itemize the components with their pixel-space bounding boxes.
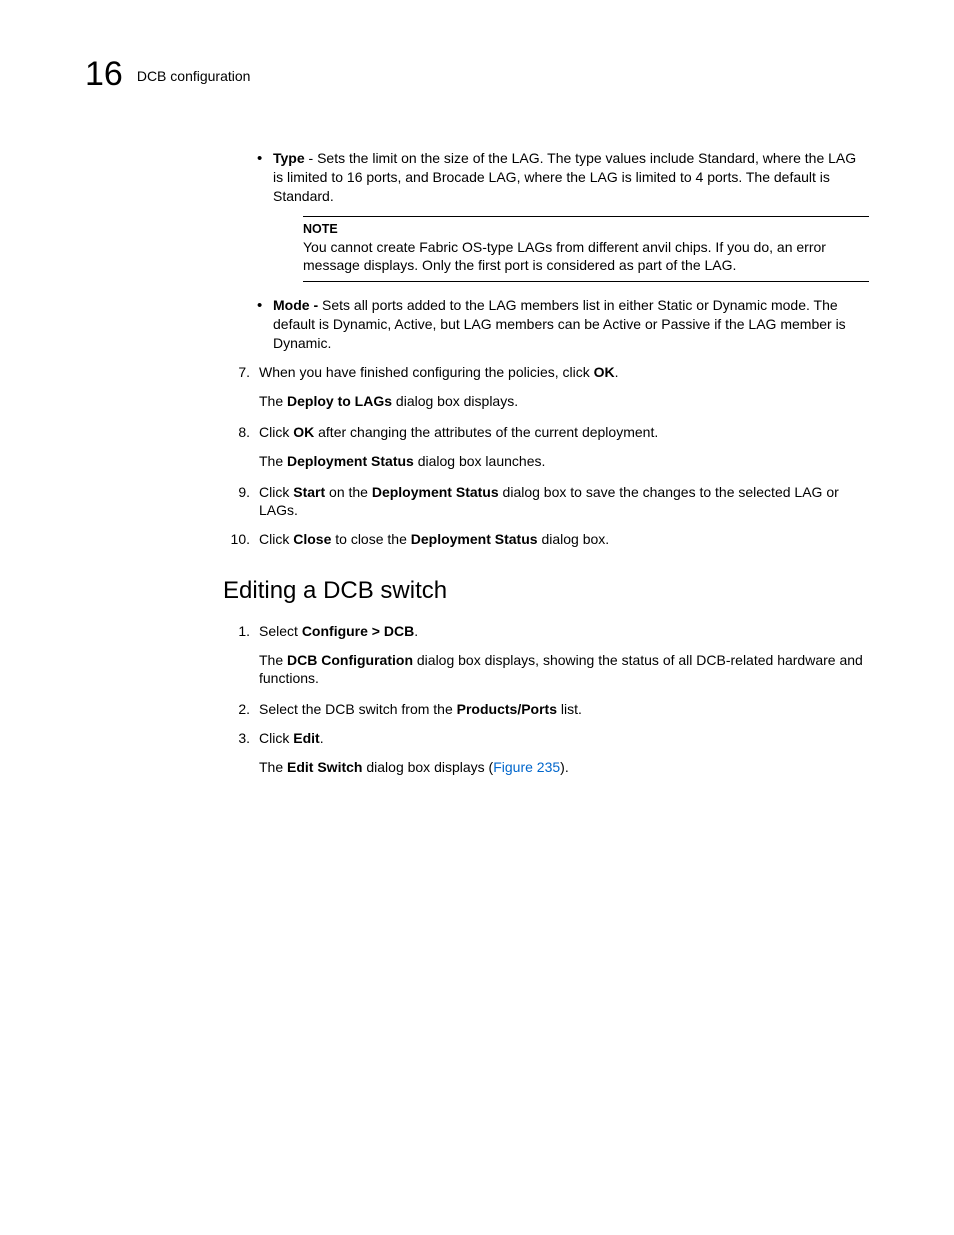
step-b2: 2. Select the DCB switch from the Produc… [223,700,869,719]
step-number: 2. [223,700,259,719]
figure-link[interactable]: Figure 235 [493,759,560,775]
step-text: Select Configure > DCB. [259,622,869,641]
step-number: 10. [223,530,259,549]
bullet-label: Type [273,150,305,166]
step-number: 1. [223,622,259,641]
note-text: You cannot create Fabric OS-type LAGs fr… [303,238,869,276]
step-8: 8. Click OK after changing the attribute… [223,423,869,442]
step-number: 9. [223,483,259,521]
step-b3-sub: The Edit Switch dialog box displays (Fig… [259,758,869,777]
step-text: When you have finished configuring the p… [259,363,869,382]
running-head: DCB configuration [137,68,251,84]
step-7-sub: The Deploy to LAGs dialog box displays. [259,392,869,411]
step-text: Click OK after changing the attributes o… [259,423,869,442]
step-number: 3. [223,729,259,748]
document-page: 16 DCB configuration Type - Sets the lim… [0,0,954,1235]
bullet-text: - Sets the limit on the size of the LAG.… [273,150,856,204]
note-label: NOTE [303,221,869,238]
step-text: Select the DCB switch from the Products/… [259,700,869,719]
step-text: Click Start on the Deployment Status dia… [259,483,869,521]
step-text: Click Close to close the Deployment Stat… [259,530,869,549]
heading-editing-dcb-switch: Editing a DCB switch [223,575,869,607]
step-b1: 1. Select Configure > DCB. [223,622,869,641]
step-text: Click Edit. [259,729,869,748]
bullet-type: Type - Sets the limit on the size of the… [253,149,869,206]
bullet-list: Type - Sets the limit on the size of the… [253,149,869,353]
step-10: 10. Click Close to close the Deployment … [223,530,869,549]
step-b1-sub: The DCB Configuration dialog box display… [259,651,869,689]
step-b3: 3. Click Edit. [223,729,869,748]
step-8-sub: The Deployment Status dialog box launche… [259,452,869,471]
bullet-mode: Mode - Sets all ports added to the LAG m… [253,296,869,353]
step-number: 7. [223,363,259,382]
page-header: 16 DCB configuration [85,55,869,94]
chapter-number: 16 [85,55,123,94]
step-number: 8. [223,423,259,442]
body-content: Type - Sets the limit on the size of the… [223,149,869,777]
bullet-text: Sets all ports added to the LAG members … [273,297,846,351]
step-9: 9. Click Start on the Deployment Status … [223,483,869,521]
bullet-label: Mode - [273,297,322,313]
note-block: NOTE You cannot create Fabric OS-type LA… [303,216,869,283]
step-7: 7. When you have finished configuring th… [223,363,869,382]
